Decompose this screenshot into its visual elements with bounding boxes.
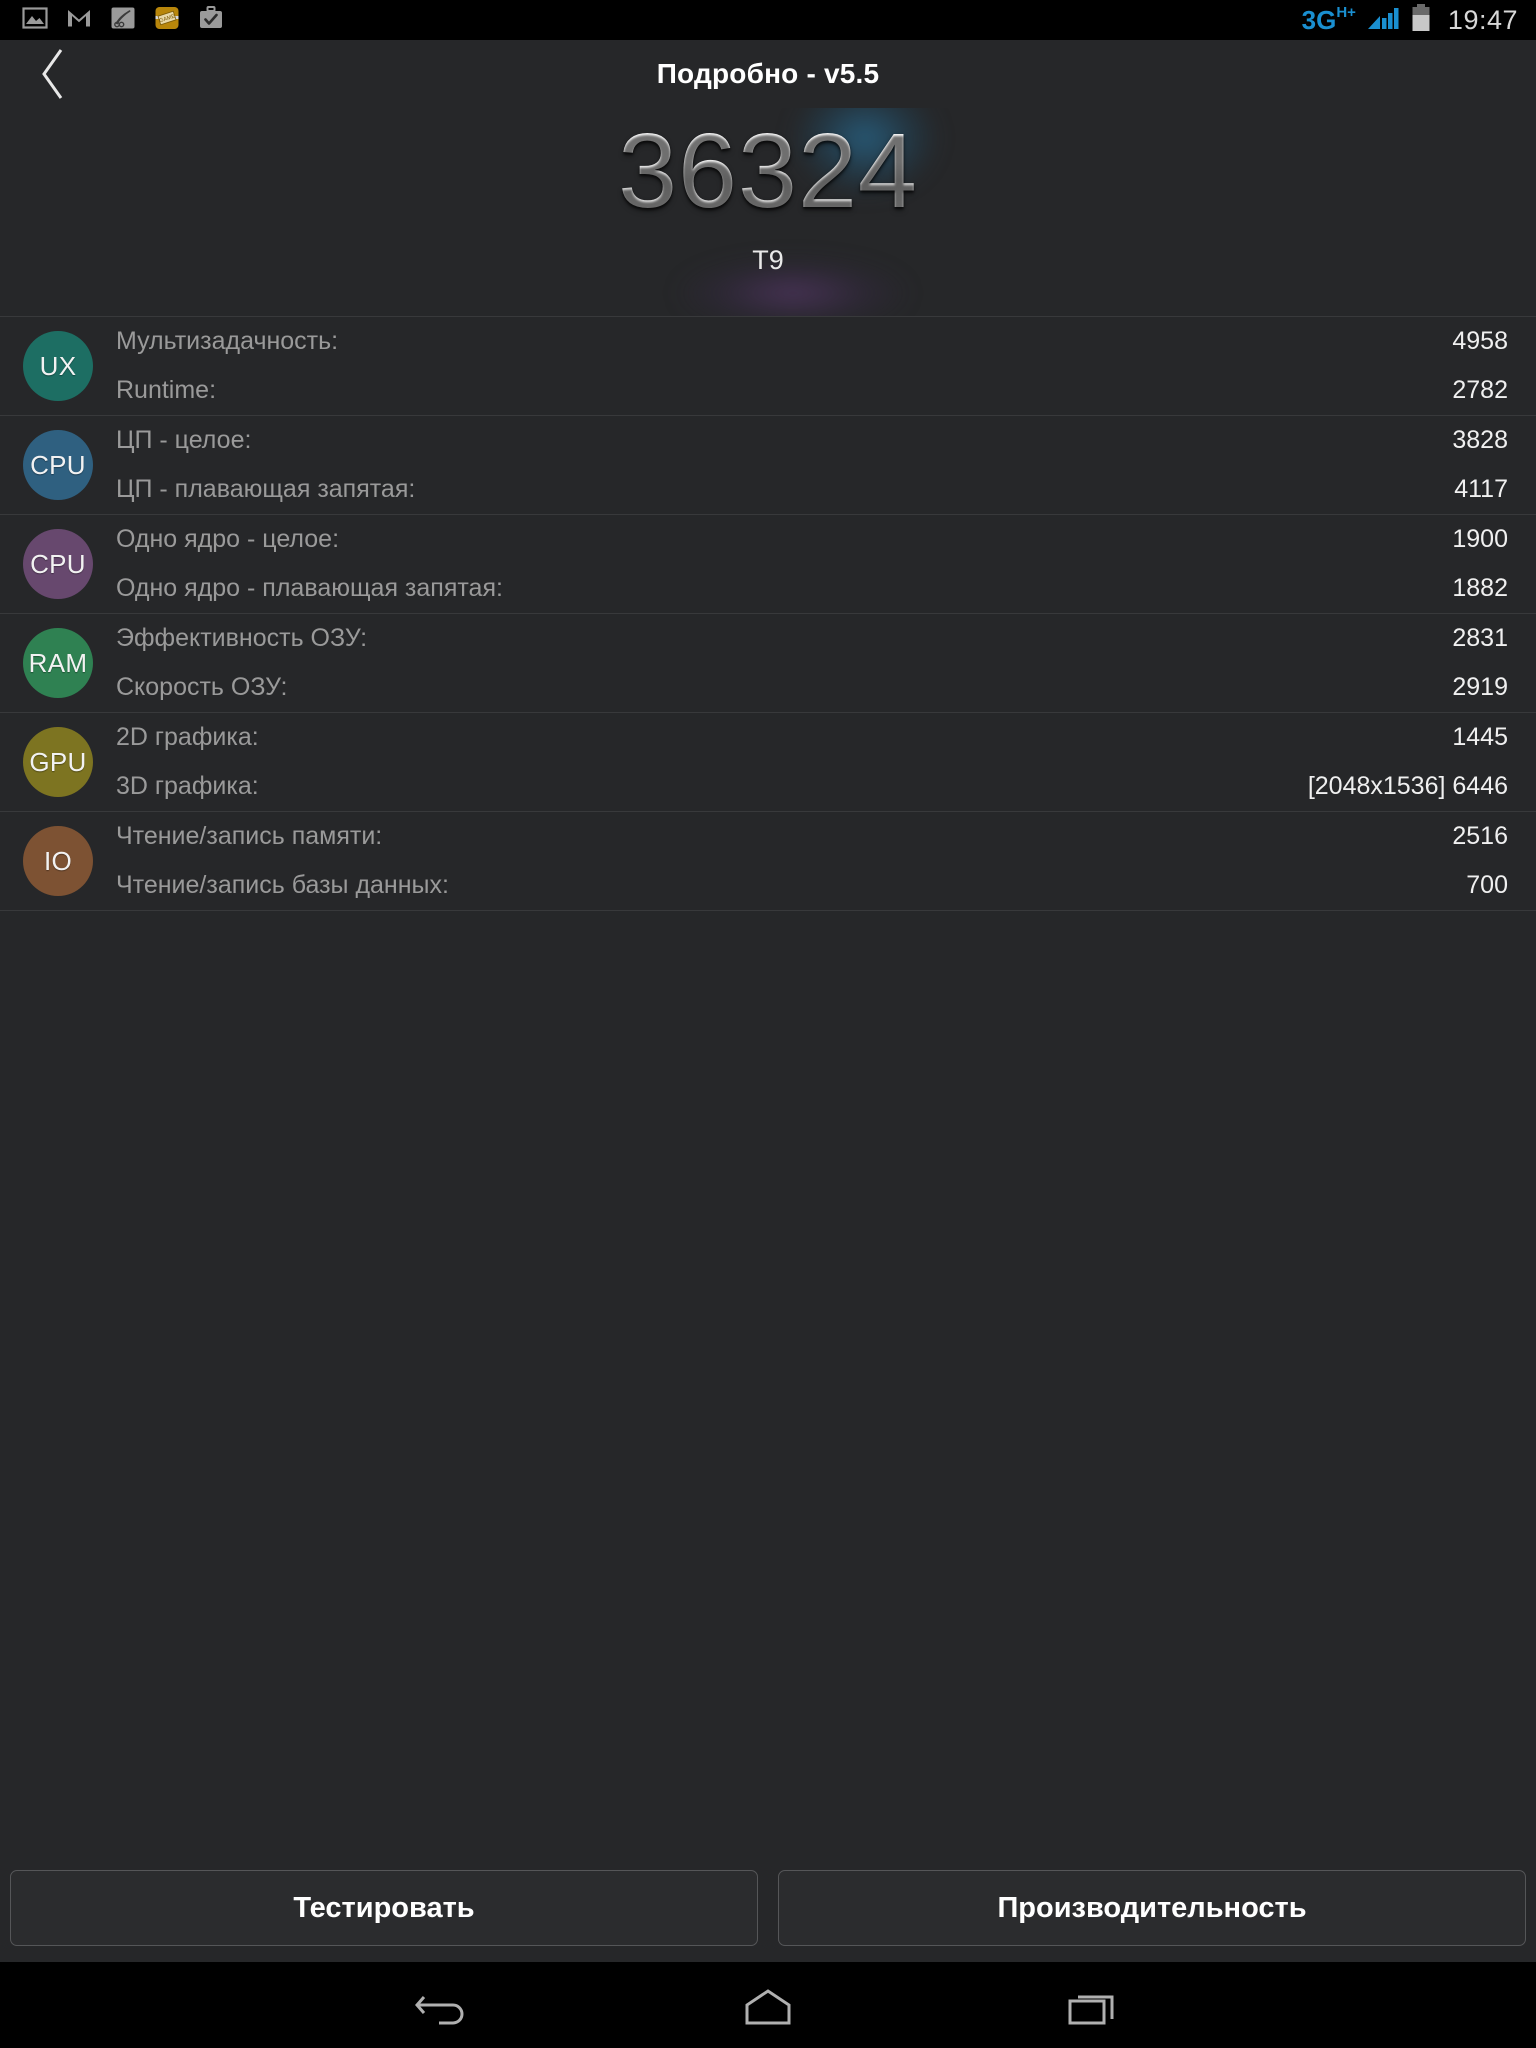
- rows-cell: Эффективность ОЗУ: 2831 Скорость ОЗУ: 29…: [116, 614, 1508, 712]
- performance-button[interactable]: Производительность: [778, 1870, 1526, 1946]
- rows-cell: Одно ядро - целое: 1900 Одно ядро - плав…: [116, 515, 1508, 613]
- score-block: 36324 T9: [0, 108, 1536, 316]
- content-spacer: [0, 911, 1536, 1854]
- status-bar-system: 3G H+ 19:47: [1302, 3, 1518, 38]
- rows-cell: 2D графика: 1445 3D графика: [2048x1536]…: [116, 713, 1508, 811]
- badge-cell: UX: [0, 331, 116, 401]
- result-label: Мультизадачность:: [116, 327, 339, 355]
- cpu-single-badge-icon: CPU: [23, 529, 93, 599]
- rows-cell: ЦП - целое: 3828 ЦП - плавающая запятая:…: [116, 416, 1508, 514]
- total-score: 36324: [618, 112, 918, 230]
- result-value: 2831: [1452, 624, 1508, 652]
- result-label: ЦП - целое:: [116, 426, 252, 454]
- nav-recents-button[interactable]: [1033, 1962, 1153, 2048]
- result-row: Одно ядро - целое: 1900: [116, 515, 1508, 564]
- back-arrow-icon: [414, 1996, 464, 2025]
- result-value: 2919: [1452, 673, 1508, 701]
- gmail-icon: [66, 5, 92, 36]
- result-group-cpu-single[interactable]: CPU Одно ядро - целое: 1900 Одно ядро - …: [0, 514, 1536, 613]
- result-value: 4958: [1452, 327, 1508, 355]
- badge-cell: RAM: [0, 628, 116, 698]
- result-value: 1445: [1452, 723, 1508, 751]
- briefcase-check-icon: [198, 5, 224, 36]
- badge-cell: GPU: [0, 727, 116, 797]
- app-screen: GAME 3G H+ 19:47 Подробно - v5.5 36324 T…: [0, 0, 1536, 2048]
- result-row: Runtime: 2782: [116, 366, 1508, 415]
- result-value: 700: [1466, 871, 1508, 899]
- result-row: ЦП - плавающая запятая: 4117: [116, 465, 1508, 514]
- result-value: 1900: [1452, 525, 1508, 553]
- status-bar: GAME 3G H+ 19:47: [0, 0, 1536, 40]
- gpu-badge-icon: GPU: [23, 727, 93, 797]
- result-label: Эффективность ОЗУ:: [116, 624, 368, 652]
- result-label: Одно ядро - целое:: [116, 525, 340, 553]
- result-row: Скорость ОЗУ: 2919: [116, 663, 1508, 712]
- action-button-bar: Тестировать Производительность: [0, 1854, 1536, 1962]
- result-row: Эффективность ОЗУ: 2831: [116, 614, 1508, 663]
- result-value: 3828: [1452, 426, 1508, 454]
- result-row: 2D графика: 1445: [116, 713, 1508, 762]
- result-label: ЦП - плавающая запятая:: [116, 475, 416, 503]
- ram-badge-icon: RAM: [23, 628, 93, 698]
- result-value: 1882: [1452, 574, 1508, 602]
- result-label: Runtime:: [116, 376, 217, 404]
- result-group-ram[interactable]: RAM Эффективность ОЗУ: 2831 Скорость ОЗУ…: [0, 613, 1536, 712]
- feather-icon: [110, 5, 136, 36]
- result-value: [2048x1536] 6446: [1307, 772, 1508, 800]
- score-subtitle: T9: [752, 244, 784, 275]
- result-group-ux[interactable]: UX Мультизадачность: 4958 Runtime: 2782: [0, 316, 1536, 415]
- result-group-cpu-multi[interactable]: CPU ЦП - целое: 3828 ЦП - плавающая запя…: [0, 415, 1536, 514]
- result-group-gpu[interactable]: GPU 2D графика: 1445 3D графика: [2048x1…: [0, 712, 1536, 811]
- back-button[interactable]: [22, 44, 82, 104]
- result-value: 2782: [1452, 376, 1508, 404]
- recents-icon: [1068, 1995, 1114, 2025]
- battery-icon: [1410, 3, 1432, 38]
- badge-cell: CPU: [0, 430, 116, 500]
- page-title: Подробно - v5.5: [656, 58, 880, 89]
- badge-cell: CPU: [0, 529, 116, 599]
- badge-cell: IO: [0, 826, 116, 896]
- ux-badge-icon: UX: [23, 331, 93, 401]
- nav-home-button[interactable]: [708, 1962, 828, 2048]
- rows-cell: Мультизадачность: 4958 Runtime: 2782: [116, 317, 1508, 415]
- benchmark-results-list: UX Мультизадачность: 4958 Runtime: 2782 …: [0, 316, 1536, 911]
- result-value: 2516: [1452, 822, 1508, 850]
- result-row: Чтение/запись базы данных: 700: [116, 861, 1508, 910]
- home-icon: [745, 1989, 791, 2025]
- result-row: 3D графика: [2048x1536] 6446: [116, 762, 1508, 811]
- result-row: Одно ядро - плавающая запятая: 1882: [116, 564, 1508, 613]
- android-navigation-bar: [0, 1962, 1536, 2048]
- status-bar-notifications: GAME: [22, 5, 224, 36]
- result-label: Скорость ОЗУ:: [116, 673, 288, 701]
- clock: 19:47: [1447, 4, 1518, 35]
- io-badge-icon: IO: [23, 826, 93, 896]
- result-label: 2D графика:: [116, 723, 259, 751]
- result-row: Чтение/запись памяти: 2516: [116, 812, 1508, 861]
- result-label: Чтение/запись памяти:: [116, 822, 383, 850]
- chevron-left-icon: [42, 49, 63, 99]
- signal-bars-icon: [1366, 4, 1400, 37]
- result-row: Мультизадачность: 4958: [116, 317, 1508, 366]
- title-bar: Подробно - v5.5: [0, 40, 1536, 108]
- result-label: Одно ядро - плавающая запятая:: [116, 574, 503, 602]
- photo-icon: [22, 5, 48, 36]
- nav-back-button[interactable]: [383, 1962, 503, 2048]
- network-type-label: 3G H+: [1301, 4, 1356, 35]
- result-row: ЦП - целое: 3828: [116, 416, 1508, 465]
- test-button[interactable]: Тестировать: [10, 1870, 758, 1946]
- result-value: 4117: [1454, 475, 1508, 503]
- result-group-io[interactable]: IO Чтение/запись памяти: 2516 Чтение/зап…: [0, 811, 1536, 910]
- rows-cell: Чтение/запись памяти: 2516 Чтение/запись…: [116, 812, 1508, 910]
- purple-glow-decoration: [678, 258, 908, 316]
- result-label: 3D графика:: [116, 772, 259, 800]
- result-label: Чтение/запись базы данных:: [116, 871, 449, 899]
- cpu-badge-icon: CPU: [23, 430, 93, 500]
- game-ticket-icon: GAME: [154, 5, 180, 36]
